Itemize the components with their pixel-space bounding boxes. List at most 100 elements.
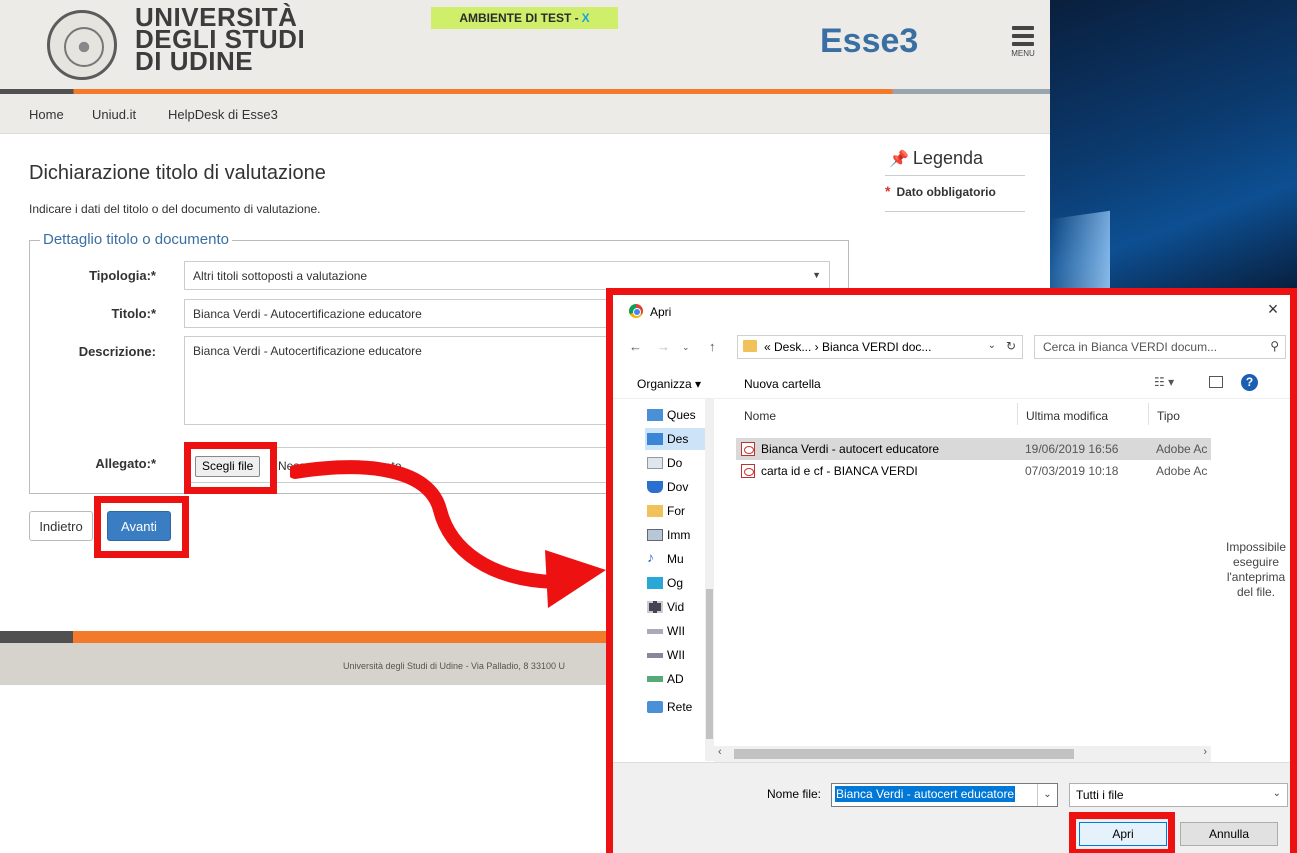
chrome-icon: [629, 304, 643, 318]
file-open-dialog: Apri × ← → ⌄ ↑ « Desk... › Bianca VERDI …: [606, 288, 1297, 853]
nav-home[interactable]: Home: [29, 107, 64, 122]
sidebar-item-drive-3[interactable]: AD: [645, 668, 713, 690]
chevron-down-icon[interactable]: ⌄: [1037, 784, 1057, 806]
filename-input[interactable]: Bianca Verdi - autocert educatore ⌄: [831, 783, 1058, 807]
dialog-title: Apri: [650, 305, 672, 319]
menu-button[interactable]: MENU: [1008, 22, 1038, 64]
desktop-icon: [647, 433, 663, 445]
network-icon: [647, 701, 663, 713]
horizontal-scrollbar[interactable]: ‹ ›: [714, 746, 1211, 762]
scroll-right-icon[interactable]: ›: [1203, 746, 1207, 758]
image-icon: [647, 529, 663, 541]
search-input[interactable]: Cerca in Bianca VERDI docum... ⚲: [1034, 335, 1286, 359]
chevron-down-icon[interactable]: ⌄: [988, 340, 996, 351]
drive-icon: [647, 629, 663, 634]
legend-panel: 📌 Legenda * Dato obbligatorio: [885, 148, 1025, 212]
cube-icon: [647, 577, 663, 589]
drive-icon: [647, 653, 663, 658]
cancel-button[interactable]: Annulla: [1180, 822, 1278, 846]
sidebar-item-3d-objects[interactable]: Og: [645, 572, 713, 594]
page-subtitle: Indicare i dati del titolo o del documen…: [29, 202, 321, 216]
help-icon[interactable]: ?: [1241, 374, 1258, 391]
titolo-label: Titolo:*: [111, 306, 156, 321]
search-icon: ⚲: [1270, 339, 1279, 353]
network-drive-icon: [647, 676, 663, 682]
preview-message: Impossibile eseguire l'anteprima del fil…: [1225, 540, 1287, 599]
dialog-titlebar: Apri ×: [613, 295, 1290, 329]
test-environment-banner: AMBIENTE DI TEST -X: [431, 7, 618, 29]
sidebar-item-desktop[interactable]: Des: [645, 428, 713, 450]
dialog-close-button[interactable]: ×: [1262, 299, 1284, 321]
open-button[interactable]: Apri: [1079, 822, 1167, 846]
recent-chevron-icon[interactable]: ⌄: [682, 342, 690, 353]
site-footer: Università degli Studi di Udine - Via Pa…: [0, 643, 610, 685]
folder-icon: [743, 340, 757, 352]
new-folder-button[interactable]: Nuova cartella: [744, 377, 821, 391]
organize-button[interactable]: Organizza ▾: [637, 377, 701, 391]
forward-arrow-icon[interactable]: →: [657, 339, 670, 354]
chevron-down-icon: ⌄: [1272, 788, 1281, 799]
file-row[interactable]: Bianca Verdi - autocert educatore 19/06/…: [736, 438, 1211, 460]
fieldset-legend: Dettaglio titolo o documento: [40, 231, 232, 248]
preview-pane-icon[interactable]: [1209, 376, 1223, 388]
legend-required: * Dato obbligatorio: [885, 176, 1025, 212]
back-button[interactable]: Indietro: [29, 511, 93, 541]
tipologia-select[interactable]: Altri titoli sottoposti a valutazione ▼: [184, 261, 830, 290]
university-logo-text: UNIVERSITÀ DEGLI STUDI DI UDINE: [135, 2, 306, 76]
sidebar-item-drive-1[interactable]: WII: [645, 620, 713, 642]
allegato-label: Allegato:*: [95, 456, 156, 471]
folder-icon: [647, 505, 663, 517]
legend-title: 📌 Legenda: [885, 148, 1025, 176]
test-banner-close[interactable]: X: [582, 11, 590, 25]
university-seal-icon: [47, 10, 117, 80]
required-star-icon: *: [885, 183, 891, 199]
sidebar-item-drive-2[interactable]: WII: [645, 644, 713, 666]
video-icon: [647, 601, 663, 613]
sidebar-item-network[interactable]: Rete: [645, 696, 713, 718]
sidebar-item-music[interactable]: ♪ Mu: [645, 548, 713, 570]
view-options-icon[interactable]: ☷ ▾: [1154, 375, 1174, 389]
nav-uniud[interactable]: Uniud.it: [92, 107, 136, 122]
scroll-left-icon[interactable]: ‹: [718, 746, 722, 758]
scrollbar-thumb[interactable]: [706, 589, 713, 739]
up-arrow-icon[interactable]: ↑: [709, 339, 716, 354]
next-button[interactable]: Avanti: [107, 511, 171, 541]
sidebar-item-pictures[interactable]: Imm: [645, 524, 713, 546]
choose-file-button[interactable]: Scegli file: [195, 456, 261, 477]
file-list: Nome Ultima modifica Tipo Bianca Verdi -…: [714, 399, 1211, 761]
download-icon: [647, 481, 663, 493]
top-nav: Home Uniud.it HelpDesk di Esse3: [0, 94, 1050, 134]
navigation-pane: Ques Des Do Dov For Imm ♪ Mu Og Vid WII W…: [613, 399, 714, 761]
computer-icon: [647, 409, 663, 421]
file-row[interactable]: carta id e cf - BIANCA VERDI 07/03/2019 …: [736, 460, 1211, 482]
filename-label: Nome file:: [767, 787, 822, 801]
column-name[interactable]: Nome: [744, 409, 776, 423]
document-icon: [647, 457, 663, 469]
sidebar-item-downloads[interactable]: Dov: [645, 476, 713, 498]
sidebar-item-folder[interactable]: For: [645, 500, 713, 522]
column-type[interactable]: Tipo: [1157, 409, 1180, 423]
page-title: Dichiarazione titolo di valutazione: [29, 162, 326, 184]
scrollbar-thumb[interactable]: [734, 749, 1074, 759]
dialog-toolbar: Organizza ▾ Nuova cartella ☷ ▾ ?: [613, 365, 1290, 399]
pin-icon: 📌: [889, 151, 909, 168]
desktop-background: [1050, 0, 1297, 300]
footer-accent-bar: [0, 631, 610, 643]
file-type-filter[interactable]: Tutti i file ⌄: [1069, 783, 1288, 807]
sidebar-item-videos[interactable]: Vid: [645, 596, 713, 618]
no-file-text: Nessun file selezionato: [278, 459, 402, 473]
sidebar-item-documents[interactable]: Do: [645, 452, 713, 474]
refresh-icon[interactable]: ↻: [1006, 339, 1016, 353]
descrizione-label: Descrizione:: [78, 344, 156, 359]
nav-helpdesk[interactable]: HelpDesk di Esse3: [168, 107, 278, 122]
address-bar[interactable]: « Desk... › Bianca VERDI doc... ⌄ ↻: [737, 335, 1023, 359]
dialog-bottom-bar: Nome file: Bianca Verdi - autocert educa…: [613, 762, 1290, 853]
sidebar-scrollbar[interactable]: [705, 399, 714, 761]
column-modified[interactable]: Ultima modifica: [1026, 409, 1108, 423]
back-arrow-icon[interactable]: ←: [629, 339, 642, 354]
chevron-down-icon: ▼: [812, 270, 821, 280]
tipologia-label: Tipologia:*: [89, 268, 156, 283]
pdf-icon: [741, 442, 755, 456]
sidebar-item-pc[interactable]: Ques: [645, 404, 713, 426]
address-row: ← → ⌄ ↑ « Desk... › Bianca VERDI doc... …: [613, 329, 1290, 363]
